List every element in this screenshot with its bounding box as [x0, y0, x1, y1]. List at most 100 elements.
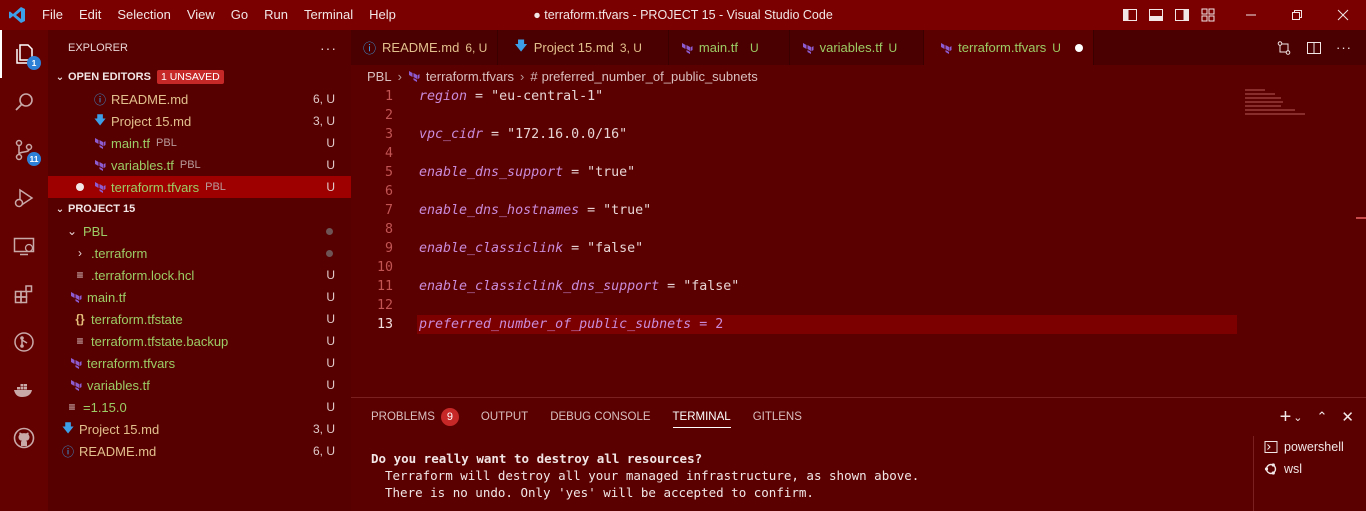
terraform-icon: [408, 70, 420, 82]
tab-debug-console[interactable]: DEBUG CONSOLE: [550, 398, 650, 436]
run-debug-activity[interactable]: [0, 174, 48, 222]
code-key: enable_classiclink_dns_support: [419, 279, 660, 294]
title-bar: File Edit Selection View Go Run Terminal…: [0, 0, 1366, 30]
menu-go[interactable]: Go: [223, 0, 256, 30]
search-activity[interactable]: [0, 78, 48, 126]
minimize-button[interactable]: [1228, 0, 1274, 30]
terminal-name: powershell: [1284, 440, 1344, 454]
new-terminal-icon[interactable]: +: [1280, 406, 1292, 429]
gitlens-activity[interactable]: [0, 318, 48, 366]
open-editor-folder: PBL: [156, 137, 177, 149]
tab-terminal[interactable]: TERMINAL: [672, 398, 731, 436]
restore-button[interactable]: [1274, 0, 1320, 30]
menu-selection[interactable]: Selection: [109, 0, 178, 30]
file-item[interactable]: main.tf U: [48, 286, 351, 308]
terraform-icon: [940, 42, 952, 54]
modified-dot-icon: [326, 227, 333, 235]
chevron-right-icon: ›: [520, 68, 525, 84]
menu-view[interactable]: View: [179, 0, 223, 30]
close-panel-icon[interactable]: ✕: [1341, 408, 1354, 426]
tab-status: U: [749, 40, 759, 55]
breadcrumb-folder[interactable]: PBL: [367, 69, 392, 84]
unsaved-dot-icon[interactable]: [1074, 43, 1083, 52]
open-editor-item[interactable]: variables.tf PBL U: [48, 154, 351, 176]
customize-layout-icon[interactable]: [1200, 7, 1216, 23]
menu-help[interactable]: Help: [361, 0, 404, 30]
tab-variables-tf[interactable]: variables.tf U: [790, 30, 925, 65]
file-item[interactable]: ≡ =1.15.0 U: [48, 396, 351, 418]
open-changes-icon[interactable]: [1276, 40, 1292, 56]
file-item[interactable]: ≡ terraform.tfstate.backup U: [48, 330, 351, 352]
more-actions-icon[interactable]: ···: [1336, 40, 1352, 55]
folder-item[interactable]: ⌄ PBL: [48, 220, 351, 242]
open-editor-item[interactable]: main.tf PBL U: [48, 132, 351, 154]
tab-terraform-tfvars[interactable]: terraform.tfvars U: [924, 30, 1094, 65]
terminal-output[interactable]: Do you really want to destroy all resour…: [371, 450, 1251, 501]
folder-item[interactable]: › .terraform: [48, 242, 351, 264]
info-icon: ⓘ: [61, 444, 74, 459]
file-item[interactable]: terraform.tfvars U: [48, 352, 351, 374]
file-status: U: [326, 378, 335, 392]
file-status: U: [326, 268, 335, 282]
tab-problems[interactable]: PROBLEMS 9: [371, 398, 459, 436]
open-editors-section[interactable]: ⌄ OPEN EDITORS 1 UNSAVED: [48, 66, 351, 88]
explorer-more-button[interactable]: ···: [320, 40, 337, 56]
source-control-activity[interactable]: 11: [0, 126, 48, 174]
explorer-activity[interactable]: 1: [0, 30, 48, 78]
file-name: Project 15.md: [79, 421, 160, 437]
tab-readme[interactable]: ⓘ README.md 6, U: [351, 30, 499, 65]
extensions-activity[interactable]: [0, 270, 48, 318]
tab-main-tf[interactable]: main.tf U: [669, 30, 790, 65]
file-item[interactable]: {} terraform.tfstate U: [48, 308, 351, 330]
menu-bar: File Edit Selection View Go Run Terminal…: [34, 0, 404, 30]
project-section[interactable]: ⌄ PROJECT 15: [48, 198, 351, 220]
close-window-button[interactable]: [1320, 0, 1366, 30]
open-editor-item[interactable]: ⓘ README.md 6, U: [48, 88, 351, 110]
file-status: U: [326, 312, 335, 326]
unsaved-dot-icon[interactable]: [76, 183, 84, 191]
terraform-icon: [92, 159, 108, 171]
terminal-item-powershell[interactable]: powershell: [1264, 436, 1366, 458]
breadcrumb-file[interactable]: terraform.tfvars: [426, 69, 514, 84]
open-editor-item[interactable]: 🡇 Project 15.md 3, U: [48, 110, 351, 132]
split-editor-icon[interactable]: [1306, 40, 1322, 56]
minimap[interactable]: [1245, 87, 1355, 127]
file-item[interactable]: ≡ .terraform.lock.hcl U: [48, 264, 351, 286]
line-number: 8: [384, 222, 393, 237]
tab-output[interactable]: OUTPUT: [481, 398, 528, 436]
toggle-secondary-sidebar-icon[interactable]: [1174, 7, 1190, 23]
tab-label: README.md: [382, 40, 460, 55]
unsaved-badge: 1 UNSAVED: [156, 70, 224, 84]
source-control-badge: 11: [27, 152, 41, 166]
breadcrumb-symbol[interactable]: preferred_number_of_public_subnets: [542, 69, 758, 84]
tab-gitlens[interactable]: GITLENS: [753, 398, 802, 436]
code-line: 5 enable_dns_support = "true": [351, 163, 1366, 182]
code-line: 6: [351, 182, 1366, 201]
open-editor-item-active[interactable]: terraform.tfvars PBL U: [48, 176, 351, 198]
file-item[interactable]: ⓘ README.md 6, U: [48, 440, 351, 462]
chevron-down-icon[interactable]: ⌄: [1293, 411, 1302, 424]
github-activity[interactable]: [0, 414, 48, 462]
terminal-item-wsl[interactable]: wsl: [1264, 458, 1366, 480]
editor-actions: ···: [1276, 30, 1366, 65]
docker-activity[interactable]: [0, 366, 48, 414]
tab-label: TERMINAL: [672, 411, 731, 423]
code-line: 4: [351, 144, 1366, 163]
menu-file[interactable]: File: [34, 0, 71, 30]
menu-edit[interactable]: Edit: [71, 0, 109, 30]
remote-explorer-activity[interactable]: [0, 222, 48, 270]
file-status: U: [326, 334, 335, 348]
menu-run[interactable]: Run: [256, 0, 296, 30]
toggle-panel-icon[interactable]: [1148, 7, 1164, 23]
chevron-down-icon: ⌄: [55, 203, 65, 215]
file-item[interactable]: 🡇 Project 15.md 3, U: [48, 418, 351, 440]
tab-project-15[interactable]: 🡇 Project 15.md 3, U: [498, 30, 669, 65]
toggle-sidebar-icon[interactable]: [1122, 7, 1138, 23]
file-item[interactable]: variables.tf U: [48, 374, 351, 396]
code-editor[interactable]: 1 region = "eu-central-1" 2 3 vpc_cidr = "…: [351, 87, 1366, 397]
window-controls: [1228, 0, 1366, 30]
tab-status: 3, U: [619, 40, 642, 55]
menu-terminal[interactable]: Terminal: [296, 0, 361, 30]
maximize-panel-icon[interactable]: ⌃: [1317, 409, 1328, 425]
file-status: 3, U: [312, 422, 335, 436]
